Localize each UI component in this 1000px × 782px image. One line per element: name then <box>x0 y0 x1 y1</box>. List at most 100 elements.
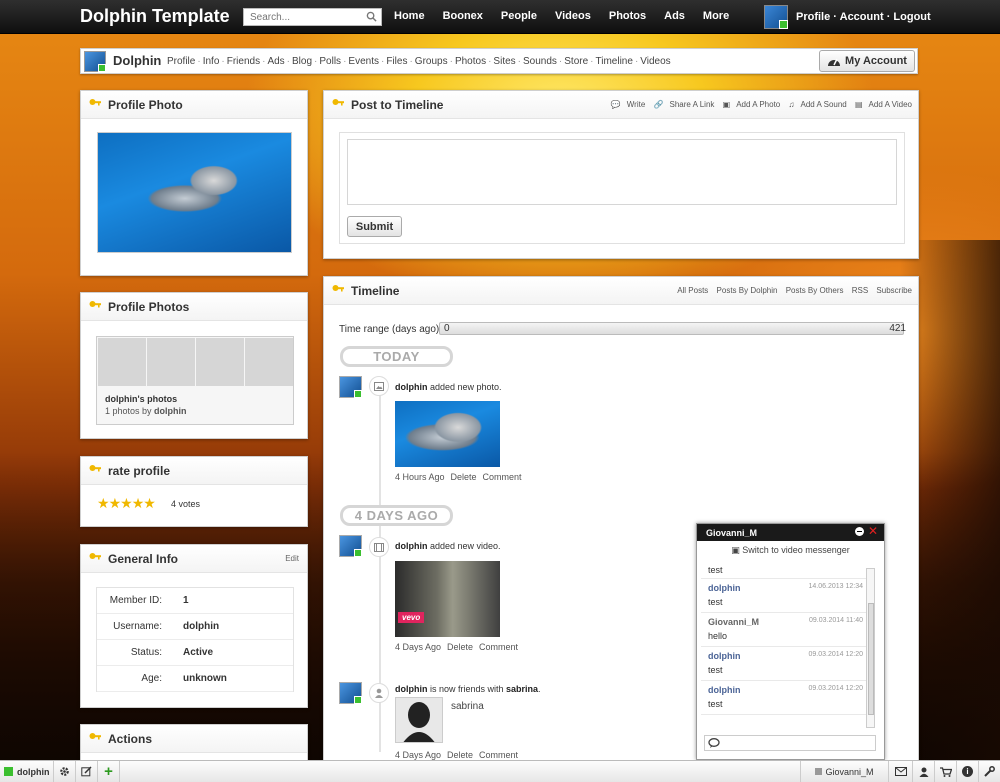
message-user[interactable]: Giovanni_M <box>708 617 759 627</box>
profile-link[interactable]: Profile <box>796 11 830 23</box>
event-avatar[interactable] <box>339 376 362 398</box>
nav-home[interactable]: Home <box>394 10 425 22</box>
delete-link[interactable]: Delete <box>447 750 473 760</box>
profile-menu-files[interactable]: Files <box>386 56 407 67</box>
profile-photo-box: Profile Photo <box>80 90 308 276</box>
star-icon[interactable]: ★ <box>143 495 156 511</box>
chat-scrollbar[interactable] <box>866 568 875 728</box>
tools-icon[interactable] <box>979 761 1000 782</box>
post-textarea[interactable] <box>347 139 897 205</box>
event-avatar[interactable] <box>339 535 362 557</box>
posts-by-dolphin-link[interactable]: Posts By Dolphin <box>717 286 778 295</box>
album-card[interactable]: dolphin's photos 1 photos by dolphin <box>96 336 294 425</box>
logout-link[interactable]: Logout <box>893 11 930 23</box>
star-icon[interactable]: ★ <box>97 495 110 511</box>
submit-button[interactable]: Submit <box>347 216 402 237</box>
nav-boonex[interactable]: Boonex <box>443 10 483 22</box>
star-icon[interactable]: ★ <box>120 495 133 511</box>
profile-menu-bar: Dolphin Profile · Info · Friends · Ads · Blog · Po… <box>80 48 918 74</box>
user-avatar[interactable] <box>764 5 788 29</box>
search-icon[interactable] <box>366 11 377 22</box>
posts-by-others-link[interactable]: Posts By Others <box>786 286 844 295</box>
event-text: dolphin is now friends with sabrina. <box>395 684 541 694</box>
settings-icon[interactable] <box>54 761 76 782</box>
subscribe-link[interactable]: Subscribe <box>876 286 912 295</box>
add-photo-link[interactable]: ▣ Add A Photo <box>723 100 781 109</box>
profile-photo-image[interactable] <box>97 132 292 253</box>
delete-link[interactable]: Delete <box>451 472 477 482</box>
site-title[interactable]: Dolphin Template <box>80 6 230 27</box>
edit-icon[interactable] <box>76 761 98 782</box>
profile-name[interactable]: Dolphin <box>113 53 161 68</box>
friend-avatar[interactable] <box>395 697 443 743</box>
event-user[interactable]: dolphin <box>395 382 428 392</box>
comment-link[interactable]: Comment <box>483 472 522 482</box>
nav-photos[interactable]: Photos <box>609 10 646 22</box>
nav-videos[interactable]: Videos <box>555 10 591 22</box>
profile-menu-sounds[interactable]: Sounds <box>523 56 557 67</box>
scroll-thumb[interactable] <box>868 603 874 715</box>
add-sound-link[interactable]: ♫ Add A Sound <box>788 100 846 109</box>
my-account-button[interactable]: My Account <box>819 50 915 72</box>
message-user[interactable]: dolphin <box>708 685 741 695</box>
profile-menu-videos[interactable]: Videos <box>640 56 670 67</box>
friend-name[interactable]: sabrina <box>451 701 484 712</box>
profile-menu-blog[interactable]: Blog <box>292 56 312 67</box>
rating-stars[interactable]: ★★★★★ <box>97 495 156 512</box>
mail-icon[interactable] <box>889 761 913 782</box>
user-icon[interactable] <box>913 761 935 782</box>
switch-video-messenger[interactable]: ▣ Switch to video messenger <box>697 541 884 559</box>
all-posts-link[interactable]: All Posts <box>677 286 708 295</box>
album-thumb[interactable] <box>98 338 146 386</box>
album-title[interactable]: dolphin's photos <box>105 394 177 404</box>
write-link[interactable]: 💬 Write <box>611 100 646 109</box>
star-icon[interactable]: ★ <box>109 495 122 511</box>
nav-more[interactable]: More <box>703 10 729 22</box>
profile-menu-events[interactable]: Events <box>348 56 379 67</box>
minimize-icon[interactable] <box>855 527 864 536</box>
profile-menu-groups[interactable]: Groups <box>415 56 448 67</box>
add-video-link[interactable]: ▤ Add A Video <box>855 100 912 109</box>
event-time: 4 Days Ago <box>395 642 442 652</box>
profile-menu-sites[interactable]: Sites <box>493 56 515 67</box>
post-to-timeline-box: Post to Timeline 💬 Write 🔗 Share A Link ▣ A… <box>323 90 919 259</box>
profile-avatar[interactable] <box>84 51 106 72</box>
rss-link[interactable]: RSS <box>852 286 868 295</box>
bottom-user[interactable]: dolphin <box>0 761 54 782</box>
chat-input[interactable] <box>704 735 876 751</box>
star-icon[interactable]: ★ <box>132 495 145 511</box>
info-icon[interactable]: i <box>957 761 979 782</box>
event-avatar[interactable] <box>339 682 362 704</box>
comment-link[interactable]: Comment <box>479 642 518 652</box>
comment-link[interactable]: Comment <box>479 750 518 760</box>
delete-link[interactable]: Delete <box>447 642 473 652</box>
event-user[interactable]: dolphin <box>395 541 428 551</box>
profile-menu-info[interactable]: Info <box>203 56 220 67</box>
profile-menu-photos[interactable]: Photos <box>455 56 486 67</box>
message-user[interactable]: dolphin <box>708 651 741 661</box>
profile-menu-friends[interactable]: Friends <box>227 56 260 67</box>
edit-link[interactable]: Edit <box>285 554 299 563</box>
share-link-link[interactable]: 🔗 Share A Link <box>654 100 715 109</box>
account-link[interactable]: Account <box>840 11 884 23</box>
search-input[interactable] <box>244 9 362 25</box>
profile-menu-ads[interactable]: Ads <box>267 56 284 67</box>
nav-ads[interactable]: Ads <box>664 10 685 22</box>
album-owner[interactable]: dolphin <box>154 406 187 416</box>
profile-menu-store[interactable]: Store <box>564 56 588 67</box>
event-user[interactable]: dolphin <box>395 684 428 694</box>
profile-menu-timeline[interactable]: Timeline <box>596 56 633 67</box>
profile-menu-polls[interactable]: Polls <box>319 56 341 67</box>
time-range-slider[interactable]: 0 421 <box>439 322 906 335</box>
friend-link[interactable]: sabrina <box>506 684 538 694</box>
range-max: 421 <box>889 323 906 334</box>
chat-tab[interactable]: Giovanni_M <box>800 761 889 782</box>
message-user[interactable]: dolphin <box>708 583 741 593</box>
cart-icon[interactable] <box>935 761 957 782</box>
profile-menu-profile[interactable]: Profile <box>167 56 195 67</box>
add-icon[interactable]: + <box>98 761 120 782</box>
event-video[interactable]: vevo <box>395 561 500 637</box>
close-icon[interactable]: ✕ <box>868 524 878 538</box>
nav-people[interactable]: People <box>501 10 537 22</box>
event-photo[interactable] <box>395 401 500 467</box>
